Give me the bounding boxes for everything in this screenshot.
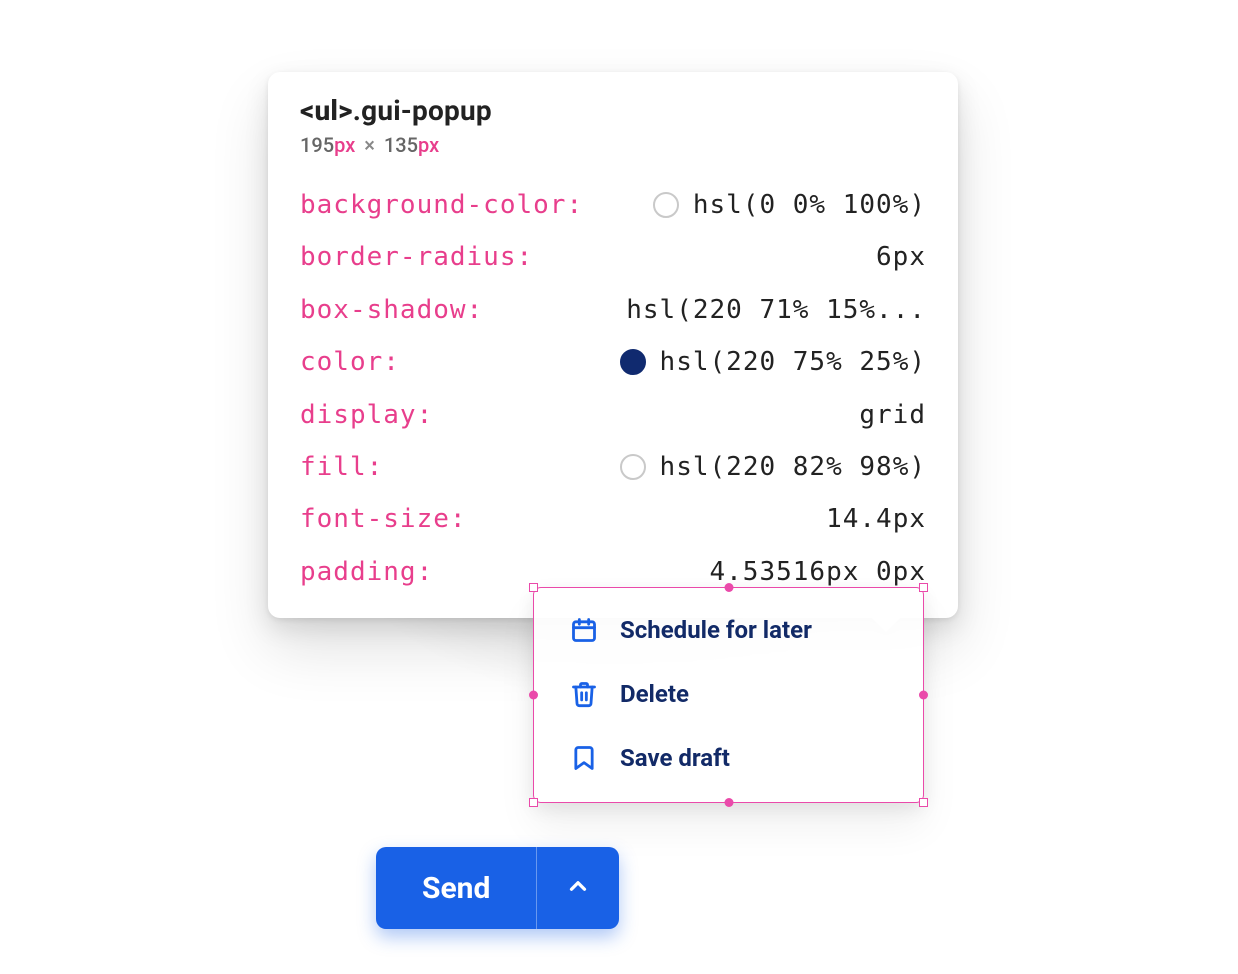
selection-midpoint-icon[interactable] <box>724 798 733 807</box>
inspector-property-row: fill: hsl(220 82% 98%) <box>300 449 926 485</box>
property-value: hsl(220 71% 15%... <box>626 292 926 328</box>
property-value-wrap: hsl(220 82% 98%) <box>620 449 926 485</box>
property-value: hsl(220 82% 98%) <box>660 449 926 485</box>
property-colon: : <box>467 292 484 328</box>
send-caret-button[interactable] <box>537 847 619 929</box>
property-value: grid <box>859 397 926 433</box>
popup-menu-list: Schedule for later Delete Save draft <box>534 598 923 790</box>
px-unit: px <box>418 133 439 157</box>
chevron-up-icon <box>565 873 591 903</box>
menu-item[interactable]: Delete <box>534 662 923 726</box>
selection-handle-icon[interactable] <box>529 583 538 592</box>
inspector-selector: <ul>.gui-popup <box>300 94 926 127</box>
selection-midpoint-icon[interactable] <box>529 691 538 700</box>
color-swatch-icon <box>653 192 679 218</box>
inspector-properties: background-color: hsl(0 0% 100%) border-ra… <box>300 187 926 590</box>
gui-popup: Schedule for later Delete Save draft <box>533 587 924 803</box>
element-inspector-tooltip: <ul>.gui-popup 195px × 135px background-… <box>268 72 958 618</box>
inspector-dimensions: 195px × 135px <box>300 133 926 157</box>
property-name: display <box>300 397 417 433</box>
inspector-selector-tag: <ul> <box>300 94 353 127</box>
selection-handle-icon[interactable] <box>919 583 928 592</box>
inspector-property-row: font-size: 14.4px <box>300 501 926 537</box>
color-swatch-icon <box>620 349 646 375</box>
times-glyph: × <box>360 133 379 157</box>
property-colon: : <box>417 554 434 590</box>
property-name: padding <box>300 554 417 590</box>
inspector-width: 195 <box>300 133 334 157</box>
px-unit: px <box>334 133 355 157</box>
property-colon: : <box>566 187 583 223</box>
menu-item-label: Delete <box>620 680 689 708</box>
property-value-wrap: hsl(220 71% 15%... <box>626 292 926 328</box>
property-value-wrap: 14.4px <box>826 501 926 537</box>
calendar-icon <box>570 616 598 644</box>
menu-item[interactable]: Schedule for later <box>534 598 923 662</box>
inspector-property-row: color: hsl(220 75% 25%) <box>300 344 926 380</box>
inspector-property-row: padding: 4.53516px 0px <box>300 554 926 590</box>
property-name: color <box>300 344 383 380</box>
inspector-property-row: background-color: hsl(0 0% 100%) <box>300 187 926 223</box>
property-name: border-radius <box>300 239 517 275</box>
property-value: hsl(220 75% 25%) <box>660 344 926 380</box>
menu-item-label: Save draft <box>620 744 730 772</box>
trash-icon <box>570 680 598 708</box>
property-value: 6px <box>876 239 926 275</box>
property-value-wrap: 4.53516px 0px <box>710 554 927 590</box>
property-name: fill <box>300 449 367 485</box>
send-button-label: Send <box>422 871 490 906</box>
selection-midpoint-icon[interactable] <box>724 583 733 592</box>
property-value-wrap: 6px <box>876 239 926 275</box>
inspector-property-row: border-radius: 6px <box>300 239 926 275</box>
property-colon: : <box>450 501 467 537</box>
inspector-selector-class: .gui-popup <box>353 94 492 127</box>
property-value: 14.4px <box>826 501 926 537</box>
property-colon: : <box>367 449 384 485</box>
property-name: background-color <box>300 187 566 223</box>
inspector-property-row: box-shadow: hsl(220 71% 15%... <box>300 292 926 328</box>
property-value-wrap: hsl(220 75% 25%) <box>620 344 926 380</box>
property-colon: : <box>517 239 534 275</box>
selection-handle-icon[interactable] <box>919 798 928 807</box>
property-value-wrap: hsl(0 0% 100%) <box>653 187 926 223</box>
color-swatch-icon <box>620 454 646 480</box>
send-button[interactable]: Send <box>376 847 537 929</box>
bookmark-icon <box>570 744 598 772</box>
selection-handle-icon[interactable] <box>529 798 538 807</box>
menu-item-label: Schedule for later <box>620 616 812 644</box>
property-colon: : <box>383 344 400 380</box>
inspector-height: 135 <box>384 133 418 157</box>
selection-midpoint-icon[interactable] <box>919 691 928 700</box>
property-colon: : <box>417 397 434 433</box>
menu-item[interactable]: Save draft <box>534 726 923 790</box>
property-value: 4.53516px 0px <box>710 554 927 590</box>
property-name: box-shadow <box>300 292 467 328</box>
property-name: font-size <box>300 501 450 537</box>
inspector-property-row: display: grid <box>300 397 926 433</box>
property-value-wrap: grid <box>859 397 926 433</box>
property-value: hsl(0 0% 100%) <box>693 187 926 223</box>
send-split-button: Send <box>376 847 619 929</box>
